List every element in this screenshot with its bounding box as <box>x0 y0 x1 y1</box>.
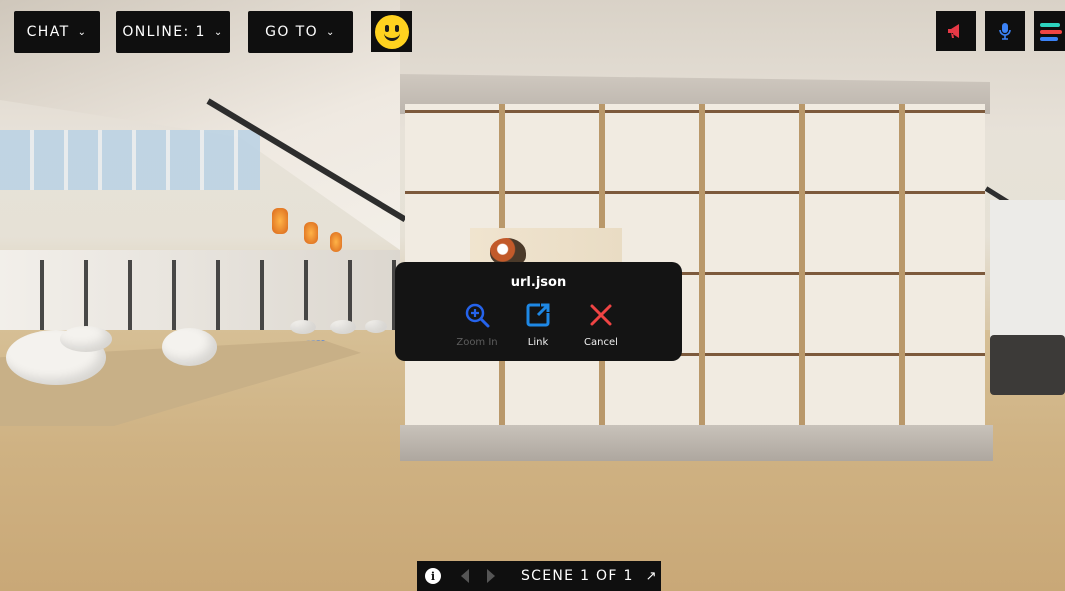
previous-scene-arrow-icon[interactable] <box>461 569 469 583</box>
right-wall <box>990 200 1065 340</box>
object-action-popup: url.json Zoom In Link Cancel <box>395 262 682 361</box>
goto-dropdown[interactable]: GO TO ⌄ <box>248 11 353 53</box>
chevron-down-icon: ⌄ <box>213 26 224 38</box>
skylight-windows <box>0 130 260 190</box>
chat-label: CHAT <box>26 24 70 40</box>
emoji-button[interactable] <box>371 11 412 52</box>
cancel-button[interactable]: Cancel <box>571 302 631 348</box>
close-icon <box>590 304 612 326</box>
shoji-base <box>400 425 993 461</box>
stone-seat <box>365 320 387 333</box>
chevron-down-icon: ⌄ <box>77 26 88 38</box>
chat-dropdown[interactable]: CHAT ⌄ <box>14 11 100 53</box>
cancel-label: Cancel <box>584 337 618 348</box>
external-link-icon <box>526 303 550 327</box>
sofa <box>990 335 1065 395</box>
scene-navigation-bar: i SCENE 1 OF 1 ↗ <box>417 561 661 591</box>
lantern <box>272 208 288 234</box>
online-label: ONLINE: 1 <box>122 24 206 40</box>
lantern <box>330 232 342 252</box>
link-button[interactable]: Link <box>508 302 568 348</box>
popup-title: url.json <box>510 275 567 290</box>
chevron-down-icon: ⌄ <box>326 26 336 38</box>
megaphone-button[interactable] <box>936 11 976 51</box>
stone-seat <box>330 320 356 334</box>
settings-menu-button[interactable] <box>1034 11 1065 51</box>
smiley-face-icon <box>374 14 409 49</box>
sliders-icon <box>1038 20 1062 42</box>
info-icon[interactable]: i <box>425 568 441 584</box>
expand-arrow-icon[interactable]: ↗ <box>646 568 657 584</box>
goto-label: GO TO <box>265 24 319 40</box>
stone-seat <box>60 326 112 352</box>
zoom-in-button[interactable]: Zoom In <box>447 302 507 348</box>
lantern <box>304 222 318 244</box>
microphone-icon <box>999 23 1011 40</box>
stone-seat <box>162 328 217 366</box>
next-scene-arrow-icon[interactable] <box>487 569 495 583</box>
microphone-button[interactable] <box>985 11 1025 51</box>
zoom-in-icon <box>465 303 490 328</box>
zoom-in-label: Zoom In <box>456 337 498 348</box>
scene-counter: SCENE 1 OF 1 <box>521 568 634 584</box>
megaphone-icon <box>948 24 959 38</box>
link-label: Link <box>527 337 549 348</box>
online-dropdown[interactable]: ONLINE: 1 ⌄ <box>116 11 230 53</box>
stone-seat <box>290 320 316 334</box>
